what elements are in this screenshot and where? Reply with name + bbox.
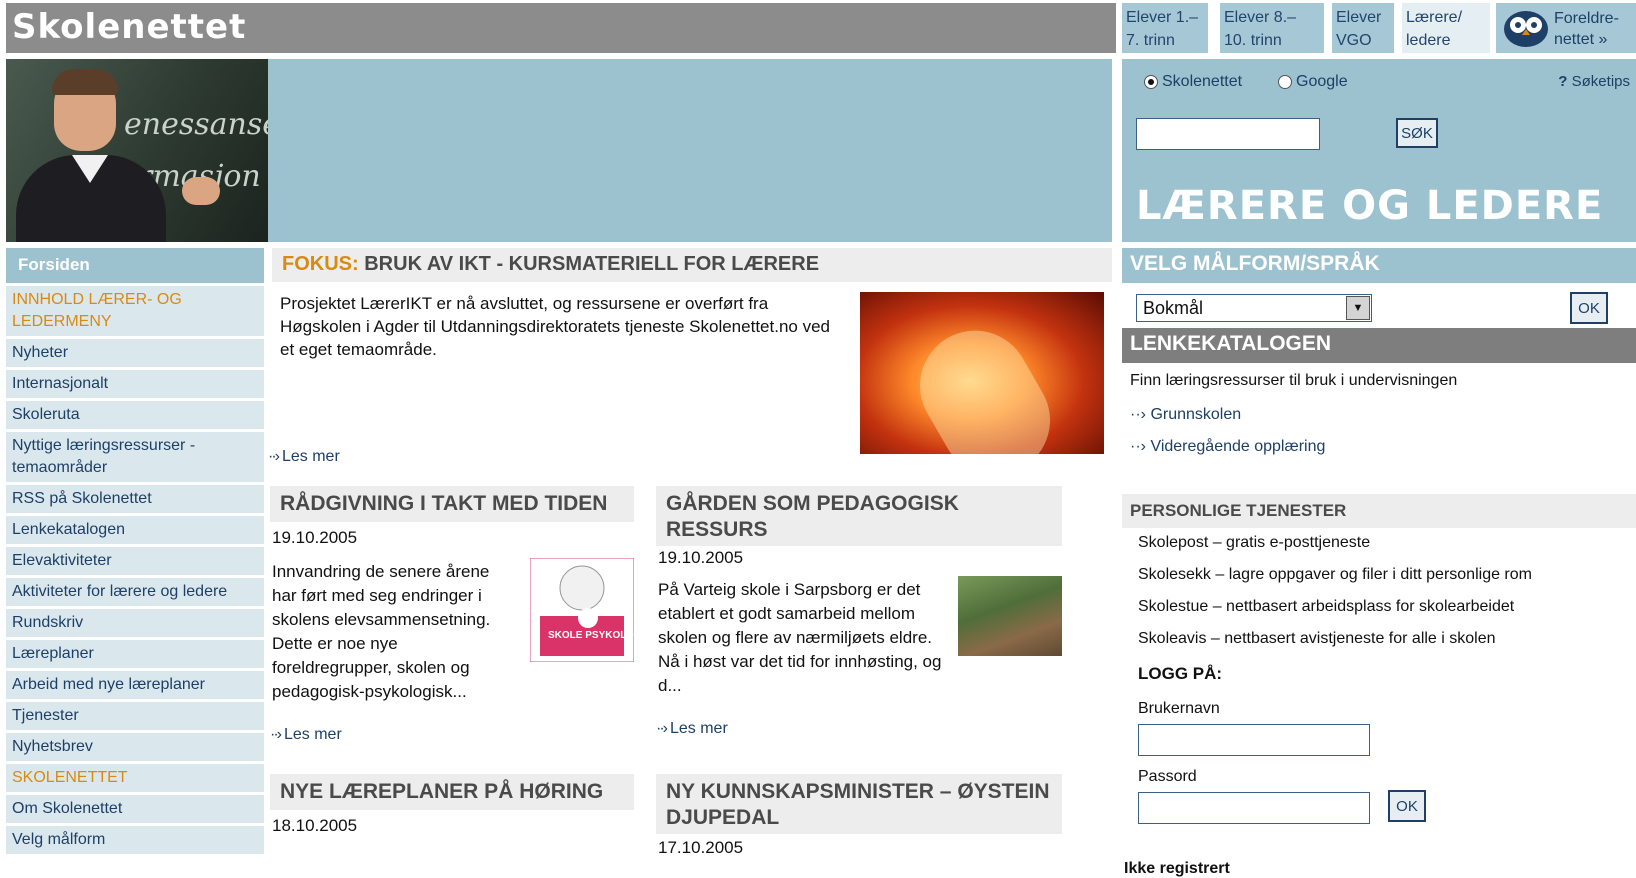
focus-heading: FOKUS: BRUK AV IKT - KURSMATERIELL FOR L… (272, 248, 1112, 282)
article-title[interactable]: RÅDGIVNING I TAKT MED TIDEN (270, 486, 634, 522)
help-icon: ? (1558, 73, 1568, 90)
language-select[interactable]: Bokmål ▼ (1136, 294, 1372, 322)
nav-item-tjenester[interactable]: Tjenester (6, 702, 264, 730)
top-bar: Skolenettet Elever 1.– 7. trinn Elever 8… (0, 0, 1636, 56)
tab-elever-vgo[interactable]: Elever VGO (1332, 3, 1394, 53)
nav-item-velg-malform[interactable]: Velg målform (6, 826, 264, 854)
search-input[interactable] (1136, 118, 1320, 150)
catalog-heading: LENKEKATALOGEN (1122, 328, 1636, 363)
not-registered-link[interactable]: Ikke registrert (1124, 860, 1230, 878)
radio-google[interactable]: Google (1278, 73, 1348, 91)
password-field[interactable] (1138, 792, 1370, 824)
focus-read-more[interactable]: ··› Les mer (268, 448, 340, 466)
nav-item-rss[interactable]: RSS på Skolenettet (6, 485, 264, 513)
arrow-icon: ··› (656, 720, 668, 737)
owl-icon (1504, 11, 1548, 47)
tab-laerere-ledere[interactable]: Lærere/ ledere (1402, 3, 1490, 53)
article-read-more[interactable]: ··› Les mer (656, 720, 728, 738)
catalog-link-videregaende[interactable]: ··› Videregående opplæring (1130, 438, 1325, 456)
nav-item-internasjonalt[interactable]: Internasjonalt (6, 370, 264, 398)
site-logo[interactable]: Skolenettet (12, 7, 246, 47)
radio-skolenettet[interactable]: Skolenettet (1144, 73, 1242, 91)
brand-bar: Skolenettet (6, 3, 1116, 53)
article-text: Innvandring de senere årene har ført med… (272, 562, 491, 701)
article-image[interactable]: SKOLE PSYKOLOGI (530, 558, 634, 662)
nav-section-innhold: INNHOLD LÆRER- OG LEDERMENY (6, 286, 264, 336)
login-title: LOGG PÅ: (1138, 664, 1223, 683)
nav-item-laereplaner[interactable]: Læreplaner (6, 640, 264, 668)
nav-item-elevaktiviteter[interactable]: Elevaktiviteter (6, 547, 264, 575)
nav-item-om-skolenettet[interactable]: Om Skolenettet (6, 795, 264, 823)
header-banner: enessanse rmasjon (6, 59, 1112, 242)
article-title[interactable]: GÅRDEN SOM PEDAGOGISK RESSURS (656, 486, 1062, 546)
nav-item-nyheter[interactable]: Nyheter (6, 339, 264, 367)
radio-unchecked-icon (1278, 75, 1292, 89)
language-ok-button[interactable]: OK (1570, 292, 1608, 324)
focus-title-link[interactable]: BRUK AV IKT - KURSMATERIELL FOR LÆRERE (364, 253, 819, 275)
service-skolesekk[interactable]: Skolesekk – lagre oppgaver og filer i di… (1138, 566, 1532, 584)
tab-elever-8-10[interactable]: Elever 8.– 10. trinn (1220, 3, 1324, 53)
chevron-down-icon: ▼ (1346, 296, 1370, 320)
article-title[interactable]: NYE LÆREPLANER PÅ HØRING (270, 774, 634, 810)
arrow-icon: ··› (268, 448, 280, 465)
nav-section-skolenettet: SKOLENETTET (6, 764, 264, 792)
search-button[interactable]: SØK (1396, 118, 1438, 148)
focus-image[interactable] (860, 292, 1104, 454)
arrow-icon: ··› (270, 726, 282, 743)
nav-item-laeringsressurser[interactable]: Nyttige læringsressurser - temaområder (6, 432, 264, 482)
main-content: FOKUS: BRUK AV IKT - KURSMATERIELL FOR L… (268, 248, 1112, 876)
radio-checked-icon (1144, 75, 1158, 89)
audience-title: LÆRERE OG LEDERE (1136, 183, 1604, 229)
teacher-photo: enessanse rmasjon (6, 59, 268, 242)
article-read-more[interactable]: ··› Les mer (270, 726, 342, 744)
left-nav: Forsiden INNHOLD LÆRER- OG LEDERMENY Nyh… (6, 248, 264, 876)
username-field[interactable] (1138, 724, 1370, 756)
tab-foreldrenettet[interactable]: Foreldre- nettet » (1496, 3, 1636, 53)
tab-elever-1-7[interactable]: Elever 1.– 7. trinn (1122, 3, 1208, 53)
service-skoleavis[interactable]: Skoleavis – nettbasert avistjeneste for … (1138, 630, 1496, 648)
article-date: 19.10.2005 (658, 548, 744, 567)
login-ok-button[interactable]: OK (1388, 790, 1426, 822)
svg-text:SKOLE PSYKOLOGI: SKOLE PSYKOLOGI (548, 630, 634, 641)
nav-item-lenkekatalogen[interactable]: Lenkekatalogen (6, 516, 264, 544)
article-text: På Varteig skole i Sarpsborg er det etab… (658, 580, 942, 695)
article-date: 18.10.2005 (272, 816, 358, 835)
catalog-text: Finn læringsressurser til bruk i undervi… (1130, 372, 1458, 389)
nav-item-nye-laereplaner[interactable]: Arbeid med nye læreplaner (6, 671, 264, 699)
article-image[interactable] (958, 576, 1062, 656)
service-skolepost[interactable]: Skolepost – gratis e-posttjeneste (1138, 534, 1370, 552)
nav-item-rundskriv[interactable]: Rundskriv (6, 609, 264, 637)
article-date: 19.10.2005 (272, 528, 358, 547)
focus-text: Prosjektet LærerIKT er nå avsluttet, og … (280, 294, 830, 359)
nav-home[interactable]: Forsiden (6, 248, 264, 283)
right-column: VELG MÅLFORM/SPRÅK Bokmål ▼ OK LENKEKATA… (1122, 248, 1636, 878)
nav-item-aktiviteter[interactable]: Aktiviteter for lærere og ledere (6, 578, 264, 606)
nav-item-nyhetsbrev[interactable]: Nyhetsbrev (6, 733, 264, 761)
password-label: Passord (1138, 768, 1197, 785)
search-panel: Skolenettet Google ? Søketips SØK LÆRERE… (1122, 59, 1636, 242)
search-tips-link[interactable]: ? Søketips (1558, 73, 1630, 90)
arrow-icon: ··› (1130, 406, 1146, 423)
personal-services-heading: PERSONLIGE TJENESTER (1122, 494, 1636, 528)
service-skolestue[interactable]: Skolestue – nettbasert arbeidsplass for … (1138, 598, 1514, 616)
catalog-link-grunnskolen[interactable]: ··› Grunnskolen (1130, 406, 1241, 424)
language-heading: VELG MÅLFORM/SPRÅK (1122, 248, 1636, 283)
username-label: Brukernavn (1138, 700, 1220, 717)
article-title[interactable]: NY KUNNSKAPSMINISTER – ØYSTEIN DJUPEDAL (656, 774, 1062, 834)
arrow-icon: ··› (1130, 438, 1146, 455)
article-date: 17.10.2005 (658, 838, 744, 857)
nav-item-skoleruta[interactable]: Skoleruta (6, 401, 264, 429)
